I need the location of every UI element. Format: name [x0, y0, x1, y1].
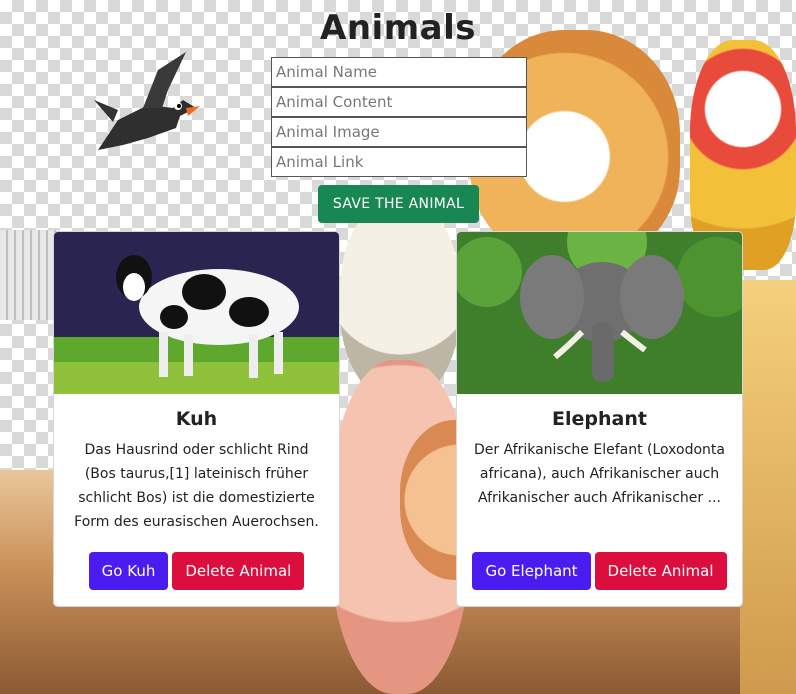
card-title: Elephant [552, 408, 647, 430]
background-windmill [0, 230, 60, 320]
go-kuh-button[interactable]: Go Kuh [88, 552, 169, 590]
animal-card: Kuh Das Hausrind oder schlicht Rind (Bos… [53, 231, 340, 607]
animal-image-input[interactable] [271, 117, 527, 147]
bird-icon [94, 52, 200, 150]
card-title: Kuh [175, 408, 218, 430]
card-description: Das Hausrind oder schlicht Rind (Bos tau… [74, 442, 319, 530]
animal-name-input[interactable] [271, 57, 527, 87]
background-animal-right [740, 280, 796, 694]
card-actions: Go Kuh Delete Animal [54, 552, 339, 590]
delete-animal-button[interactable]: Delete Animal [172, 552, 305, 590]
cow-photo [54, 232, 339, 394]
delete-animal-button[interactable]: Delete Animal [594, 552, 727, 590]
animal-content-input[interactable] [271, 87, 527, 117]
card-description: Der Afrikanische Elefant (Loxodonta afri… [473, 442, 725, 506]
animal-link-input[interactable] [271, 147, 527, 177]
elephant-photo [457, 232, 742, 394]
animal-form [271, 57, 527, 177]
go-elephant-button[interactable]: Go Elephant [472, 552, 591, 590]
page-title: Animals [320, 8, 476, 48]
card-actions: Go Elephant Delete Animal [457, 552, 742, 590]
animal-card: Elephant Der Afrikanische Elefant (Loxod… [456, 231, 743, 607]
save-animal-button[interactable]: SAVE THE ANIMAL [318, 185, 479, 223]
